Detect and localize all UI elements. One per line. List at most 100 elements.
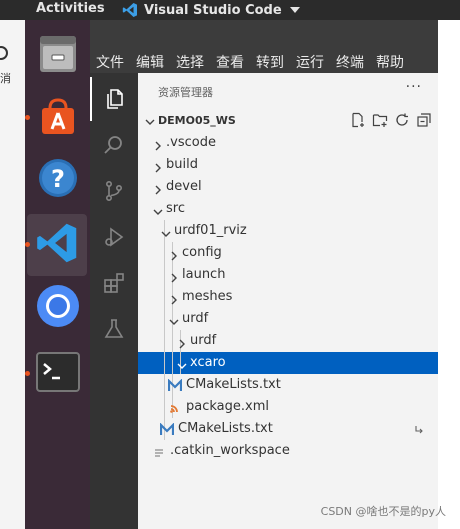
tree-item-label: devel xyxy=(166,179,202,194)
vscode-small-icon xyxy=(122,2,138,18)
watermark: CSDN @啥也不是的py人 xyxy=(320,505,446,518)
tree-item-label: urdf01_rviz xyxy=(174,223,247,238)
tree-folder[interactable]: xcaro xyxy=(138,352,438,374)
indent-guide xyxy=(164,264,165,286)
tree-item-label: launch xyxy=(182,267,226,282)
dock-files[interactable] xyxy=(25,25,90,87)
tree-folder[interactable]: launch xyxy=(138,264,438,286)
indent-guide xyxy=(164,352,165,374)
tree-folder[interactable]: config xyxy=(138,242,438,264)
more-actions-icon[interactable]: ··· xyxy=(406,79,422,95)
dock-terminal[interactable] xyxy=(25,343,90,405)
background-window: 消 xyxy=(0,20,25,529)
tree-item-label: .catkin_workspace xyxy=(170,443,290,458)
indent-guide xyxy=(164,330,165,352)
running-indicator xyxy=(25,371,30,376)
tree-item-label: urdf xyxy=(190,333,217,348)
tree-file[interactable]: package.xml xyxy=(138,396,438,418)
running-indicator xyxy=(25,242,30,247)
explorer-icon[interactable] xyxy=(90,77,138,121)
dock-chromium[interactable] xyxy=(25,277,90,339)
activity-bar xyxy=(90,73,138,529)
tree-file[interactable]: CMakeLists.txt xyxy=(138,418,438,440)
tree-folder[interactable]: build xyxy=(138,154,438,176)
background-text: 消 xyxy=(0,72,11,85)
dock: ? xyxy=(25,20,90,529)
vscode-titlebar xyxy=(90,20,438,50)
tree-item-label: CMakeLists.txt xyxy=(186,377,281,392)
tree-folder[interactable]: meshes xyxy=(138,286,438,308)
tree-item-label: config xyxy=(182,245,222,260)
menu-file[interactable]: 文件 xyxy=(96,52,124,72)
dock-software[interactable] xyxy=(25,87,90,149)
tree-item-label: build xyxy=(166,157,198,172)
indent-guide xyxy=(172,330,173,352)
app-name: Visual Studio Code xyxy=(144,2,282,18)
menu-selection[interactable]: 选择 xyxy=(176,52,204,72)
help-icon: ? xyxy=(36,156,80,204)
desktop-edge xyxy=(438,20,460,529)
source-control-icon[interactable] xyxy=(90,169,138,213)
refresh-icon[interactable] xyxy=(394,112,410,132)
chevron-down-icon xyxy=(144,113,156,132)
search-icon[interactable] xyxy=(90,123,138,167)
workspace-header[interactable]: DEMO05_WS xyxy=(138,110,438,132)
tree-item-label: .vscode xyxy=(166,135,216,150)
indent-guide xyxy=(172,352,173,374)
tree-folder[interactable]: urdf xyxy=(138,308,438,330)
menu-bar: 文件 编辑 选择 查看 转到 运行 终端 帮助 xyxy=(90,50,438,73)
rss-xml-icon xyxy=(168,400,182,419)
app-menu[interactable]: Visual Studio Code xyxy=(122,0,300,20)
terminal-icon xyxy=(35,352,80,396)
dock-help[interactable]: ? xyxy=(25,149,90,211)
new-file-icon[interactable] xyxy=(350,112,366,132)
tree-file[interactable]: .catkin_workspace xyxy=(138,440,438,462)
extensions-icon[interactable] xyxy=(90,261,138,305)
tree-item-label: urdf xyxy=(182,311,209,326)
indent-guide xyxy=(164,396,165,418)
workspace-name: DEMO05_WS xyxy=(158,114,236,127)
tree-file[interactable]: CMakeLists.txt xyxy=(138,374,438,396)
tree-folder[interactable]: .vscode xyxy=(138,132,438,154)
tree-item-label: CMakeLists.txt xyxy=(178,421,273,436)
chevron-down-icon xyxy=(289,7,300,13)
explorer-title: 资源管理器 xyxy=(158,86,213,99)
explorer-sidebar: 资源管理器 ··· DEMO05_WS .vscode build devel src… xyxy=(138,73,438,529)
indent-guide xyxy=(164,308,165,330)
menu-edit[interactable]: 编辑 xyxy=(136,52,164,72)
menu-run[interactable]: 运行 xyxy=(296,52,324,72)
tree-folder[interactable]: urdf01_rviz xyxy=(138,220,438,242)
tree-folder[interactable]: urdf xyxy=(138,330,438,352)
vscode-icon xyxy=(35,221,79,269)
menu-go[interactable]: 转到 xyxy=(256,52,284,72)
file-cabinet-icon xyxy=(36,32,80,80)
activities-button[interactable]: Activities xyxy=(36,1,105,16)
tree-item-label: xcaro xyxy=(190,355,226,370)
menu-view[interactable]: 查看 xyxy=(216,52,244,72)
cmake-file-icon xyxy=(167,378,183,397)
dock-vscode[interactable] xyxy=(25,214,87,276)
text-file-icon xyxy=(152,444,166,463)
shopping-bag-icon xyxy=(36,94,80,142)
menu-help[interactable]: 帮助 xyxy=(376,52,404,72)
gnome-top-bar: Activities Visual Studio Code xyxy=(0,0,460,20)
menu-terminal[interactable]: 终端 xyxy=(336,52,364,72)
indent-guide xyxy=(164,286,165,308)
svg-text:?: ? xyxy=(51,165,65,193)
symlink-arrow-icon xyxy=(414,421,424,440)
tree-folder[interactable]: devel xyxy=(138,176,438,198)
workspace-actions xyxy=(350,112,432,132)
collapse-all-icon[interactable] xyxy=(416,112,432,132)
cmake-file-icon xyxy=(159,422,175,441)
indent-guide xyxy=(164,242,165,264)
tree-folder[interactable]: src xyxy=(138,198,438,220)
tree-item-label: meshes xyxy=(182,289,233,304)
circle-icon xyxy=(0,46,8,60)
indent-guide xyxy=(164,374,165,396)
testing-icon[interactable] xyxy=(90,307,138,351)
tree-item-label: src xyxy=(166,201,185,216)
new-folder-icon[interactable] xyxy=(372,112,388,132)
tree-item-label: package.xml xyxy=(186,399,269,414)
chromium-icon xyxy=(35,283,81,333)
run-debug-icon[interactable] xyxy=(90,215,138,259)
